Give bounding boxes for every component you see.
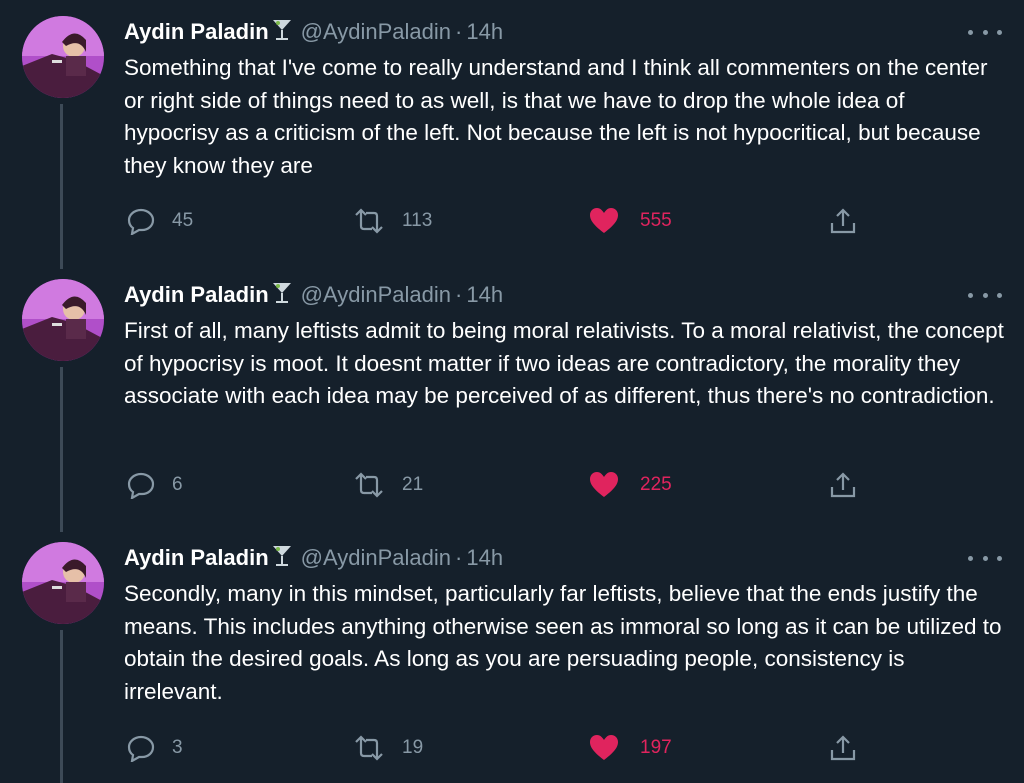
retweet-icon [355, 208, 383, 234]
author-handle[interactable]: @AydinPaladin [301, 545, 451, 570]
retweet-count: 113 [402, 210, 433, 231]
avatar[interactable] [22, 542, 104, 624]
author-name[interactable]: Aydin Paladin [124, 282, 269, 307]
avatar[interactable] [22, 16, 104, 98]
author-name[interactable]: Aydin Paladin [124, 19, 269, 44]
author-name[interactable]: Aydin Paladin [124, 545, 269, 570]
retweet-button[interactable]: 19 [352, 730, 423, 766]
retweet-count: 19 [402, 737, 424, 758]
tweet-text: Something that I've come to really under… [124, 55, 988, 178]
heart-icon [590, 735, 618, 760]
reply-button[interactable]: 45 [126, 203, 193, 239]
reply-count: 45 [172, 210, 194, 231]
reply-count: 3 [172, 737, 183, 758]
retweet-button[interactable]: 21 [352, 467, 423, 503]
tweet-text: Secondly, many in this mindset, particul… [124, 581, 1002, 704]
reply-button[interactable]: 6 [126, 467, 183, 503]
reply-count: 6 [172, 474, 183, 495]
tweet-header: Aydin Paladin @AydinPaladin · 14h [124, 18, 503, 49]
separator: · [455, 19, 463, 44]
tweet[interactable]: Aydin Paladin @AydinPaladin · 14h Secondly,… [0, 526, 1024, 783]
more-icon[interactable] [968, 548, 1002, 568]
like-count: 197 [640, 737, 672, 758]
more-icon[interactable] [968, 285, 1002, 305]
like-button[interactable]: 555 [588, 203, 672, 239]
reply-icon [127, 208, 155, 235]
cocktail-glass-icon [271, 18, 293, 49]
share-icon [830, 735, 856, 761]
heart-icon [590, 472, 618, 497]
reply-button[interactable]: 3 [126, 730, 183, 766]
timestamp[interactable]: 14h [466, 545, 503, 570]
retweet-button[interactable]: 113 [352, 203, 432, 239]
more-icon[interactable] [968, 22, 1002, 42]
share-button[interactable] [828, 203, 858, 239]
reply-icon [127, 735, 155, 762]
avatar[interactable] [22, 279, 104, 361]
share-icon [830, 472, 856, 498]
heart-icon [590, 208, 618, 233]
share-button[interactable] [828, 467, 858, 503]
tweet-actions: 45 113 555 [0, 203, 1024, 239]
separator: · [455, 282, 463, 307]
author-handle[interactable]: @AydinPaladin [301, 282, 451, 307]
tweet[interactable]: Aydin Paladin @AydinPaladin · 14h Something… [0, 0, 1024, 269]
timestamp[interactable]: 14h [466, 19, 503, 44]
cocktail-glass-icon [271, 281, 293, 312]
retweet-icon [355, 735, 383, 761]
like-button[interactable]: 225 [588, 467, 672, 503]
tweet-text: First of all, many leftists admit to bei… [124, 318, 1004, 408]
share-button[interactable] [828, 730, 858, 766]
timestamp[interactable]: 14h [466, 282, 503, 307]
like-count: 555 [640, 210, 672, 231]
tweet-header: Aydin Paladin @AydinPaladin · 14h [124, 281, 503, 312]
retweet-count: 21 [402, 474, 424, 495]
separator: · [455, 545, 463, 570]
tweet[interactable]: Aydin Paladin @AydinPaladin · 14h First of … [0, 263, 1024, 532]
like-count: 225 [640, 474, 672, 495]
share-icon [830, 208, 856, 234]
reply-icon [127, 472, 155, 499]
cocktail-glass-icon [271, 544, 293, 575]
tweet-header: Aydin Paladin @AydinPaladin · 14h [124, 544, 503, 575]
author-handle[interactable]: @AydinPaladin [301, 19, 451, 44]
like-button[interactable]: 197 [588, 730, 672, 766]
thread-line [60, 367, 63, 532]
thread-line [60, 104, 63, 269]
tweet-actions: 3 19 197 [0, 730, 1024, 766]
tweet-actions: 6 21 225 [0, 467, 1024, 503]
retweet-icon [355, 472, 383, 498]
